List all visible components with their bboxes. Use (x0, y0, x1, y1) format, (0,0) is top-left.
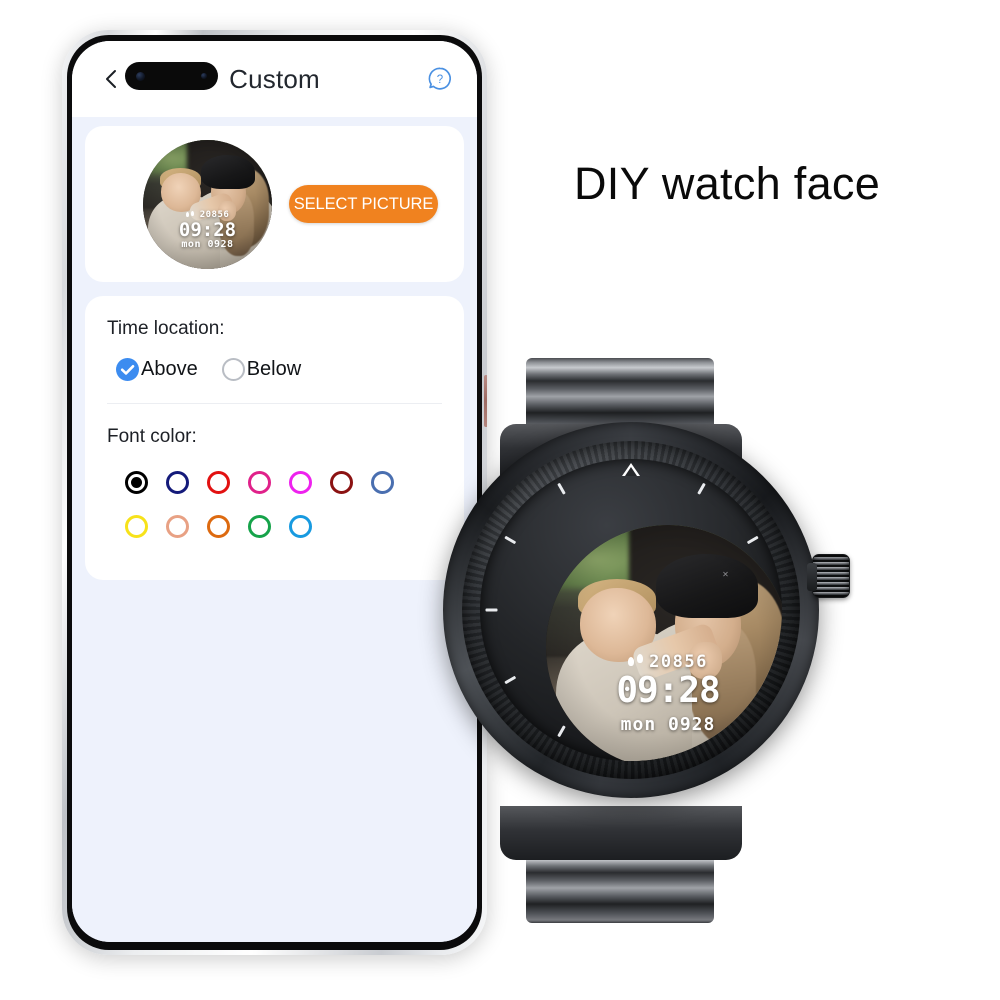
radio-option-above[interactable]: Above (116, 358, 198, 381)
font-color-swatch-dark-red[interactable] (321, 466, 362, 499)
camera-lens-primary (136, 71, 145, 81)
watch-tick-mark (556, 482, 566, 495)
swatch-ring (125, 471, 148, 494)
watch-bezel: ✕ 20856 09:28 mon 0928 (480, 459, 782, 761)
time-location-label: Time location: (107, 318, 225, 339)
watch-case: ✕ 20856 09:28 mon 0928 (443, 422, 819, 798)
swatch-ring (166, 471, 189, 494)
font-color-swatch-navy[interactable] (157, 466, 198, 499)
watch-tick-mark (503, 675, 516, 685)
watch-band-bottom (526, 850, 714, 923)
watch-time: 09:28 (616, 670, 720, 712)
swatch-ring (207, 471, 230, 494)
section-divider (107, 403, 442, 404)
dual-camera-cutout (125, 62, 218, 90)
font-color-swatch-red[interactable] (198, 466, 239, 499)
font-color-swatch-pink[interactable] (239, 466, 280, 499)
watch-date: mon 0928 (620, 714, 716, 736)
font-color-swatch-black[interactable] (116, 466, 157, 499)
radio-label-below: Below (246, 358, 302, 380)
swatch-ring (248, 471, 271, 494)
font-color-swatch-orange[interactable] (198, 510, 239, 543)
radio-unchecked-icon (221, 358, 245, 381)
swatch-ring (166, 515, 189, 538)
screenshot-stage: Custom ? 20856 09:28 mon 0928 SELECT PIC… (0, 0, 1000, 1000)
watch-face-preview-thumbnail[interactable]: 20856 09:28 mon 0928 (143, 139, 272, 269)
app-header: Custom ? (72, 41, 477, 117)
watch-lug-bottom (500, 806, 742, 860)
back-chevron-icon[interactable] (100, 68, 122, 90)
swatch-ring (248, 515, 271, 538)
help-question-icon[interactable]: ? (427, 66, 453, 92)
font-color-swatch-yellow[interactable] (116, 510, 157, 543)
swatch-ring (207, 515, 230, 538)
font-color-swatch-magenta[interactable] (280, 466, 321, 499)
swatch-ring (371, 471, 394, 494)
radio-label-above: Above (141, 358, 198, 380)
phone-device: Custom ? 20856 09:28 mon 0928 SELECT PIC… (62, 30, 487, 955)
font-color-swatch-steel-blue[interactable] (362, 466, 403, 499)
radio-option-below[interactable]: Below (221, 358, 302, 381)
font-color-swatch-salmon[interactable] (157, 510, 198, 543)
watch-display[interactable]: ✕ 20856 09:28 mon 0928 (546, 525, 782, 761)
radio-checked-icon (116, 358, 139, 381)
svg-text:?: ? (437, 74, 443, 86)
swatch-ring (125, 515, 148, 538)
swatch-ring (289, 515, 312, 538)
select-picture-button[interactable]: SELECT PICTURE (289, 185, 438, 223)
phone-screen: Custom ? 20856 09:28 mon 0928 SELECT PIC… (72, 41, 477, 942)
swatch-selected-dot (131, 477, 142, 488)
watch-crown-button[interactable] (807, 554, 850, 598)
font-color-swatch-grid (107, 466, 437, 554)
preview-date: mon 0928 (181, 238, 234, 250)
footprints-icon (628, 654, 644, 669)
app-content: 20856 09:28 mon 0928 SELECT PICTURE Time… (72, 117, 477, 942)
time-location-radio-group: Above Below (107, 358, 442, 381)
watch-steps-row: 20856 (546, 652, 782, 672)
watch-tick-mark (696, 482, 706, 495)
triangle-marker-icon (621, 462, 641, 477)
watch-steps-value: 20856 (649, 651, 708, 672)
watch-tick-mark (485, 608, 497, 612)
swatch-ring (289, 471, 312, 494)
swatch-ring (330, 471, 353, 494)
watch-tick-mark (503, 535, 516, 545)
camera-lens-secondary (201, 73, 207, 79)
preview-card: 20856 09:28 mon 0928 SELECT PICTURE (85, 126, 464, 282)
headline-text: DIY watch face (574, 158, 881, 209)
font-color-label: Font color: (107, 426, 197, 447)
font-color-swatch-green[interactable] (239, 510, 280, 543)
options-card: Time location: Above Below Font color: (85, 296, 464, 580)
smartwatch-device: ✕ 20856 09:28 mon 0928 (430, 358, 850, 923)
font-color-swatch-sky-blue[interactable] (280, 510, 321, 543)
watch-band-top (526, 358, 714, 432)
